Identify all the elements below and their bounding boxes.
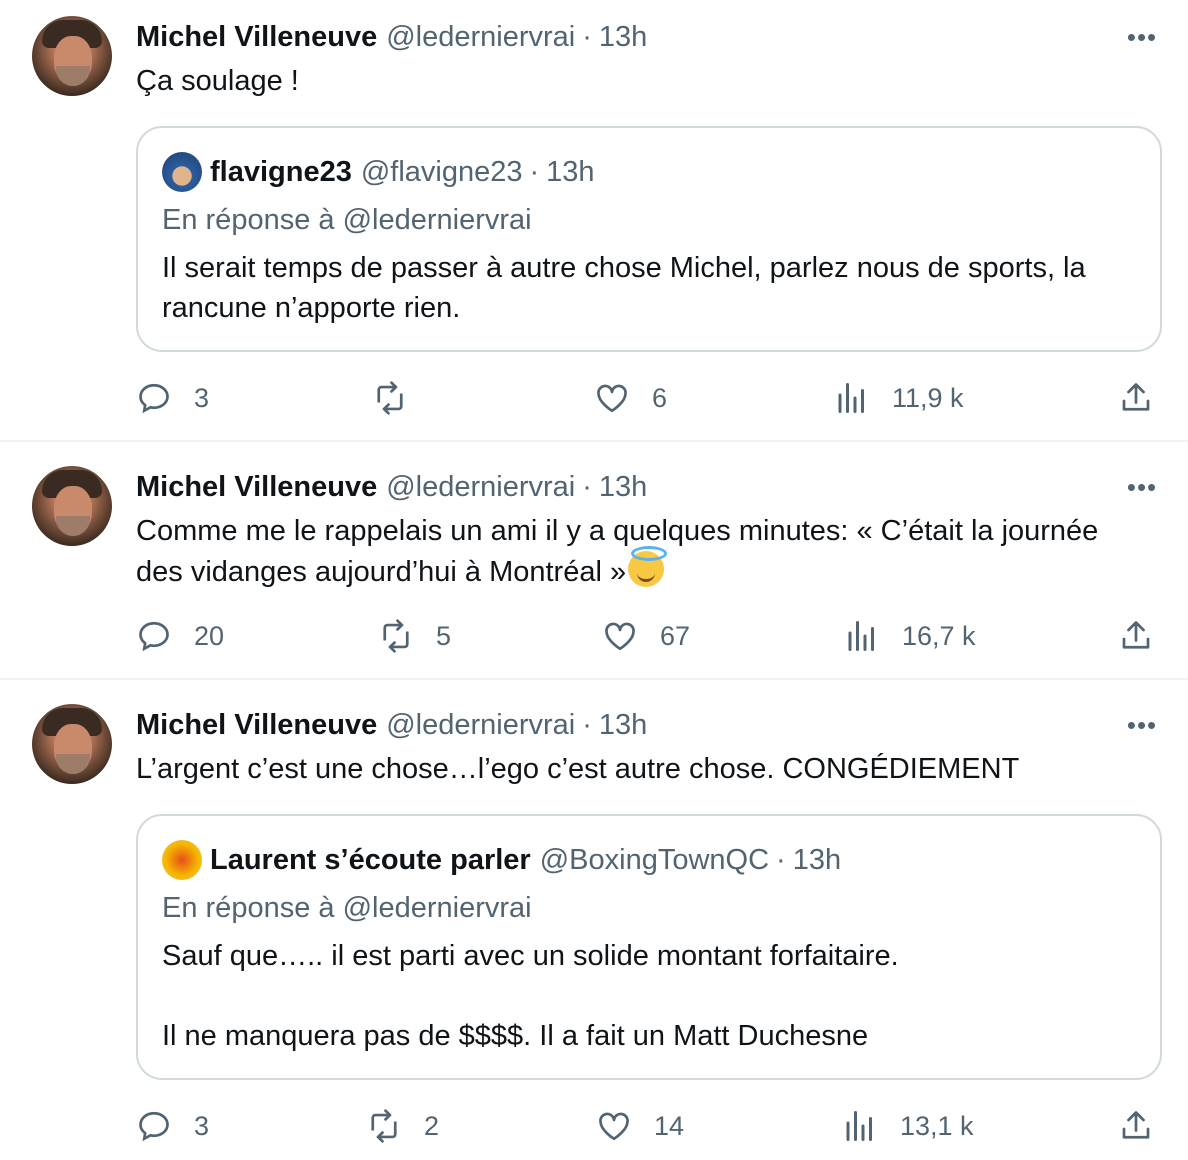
retweet-count: 5 — [436, 620, 452, 651]
separator-dot: · — [582, 20, 592, 53]
author-name[interactable]: Michel Villeneuve — [136, 709, 377, 742]
views-icon — [846, 1111, 872, 1141]
separator-dot: · — [776, 843, 786, 876]
reply-icon — [139, 1111, 169, 1142]
quoted-text-line: rancune n’apporte rien. — [162, 292, 461, 324]
separator-dot: · — [582, 708, 592, 741]
tweet-text-line: Comme me le rappelais un ami il y a quel… — [136, 515, 1099, 547]
reply-count: 3 — [194, 382, 210, 413]
share-icon — [1122, 621, 1150, 649]
quoted-tweet-time: 13h — [546, 155, 595, 188]
quoted-tweet-header: flavigne23 @flavigne23 · 13h — [162, 152, 595, 192]
author-avatar[interactable] — [32, 466, 112, 546]
smiling-face-with-halo-emoji — [628, 546, 668, 587]
author-name[interactable]: Michel Villeneuve — [136, 21, 377, 54]
more-icon[interactable]: ••• — [1126, 471, 1158, 503]
quoted-tweet-header: Laurent s’écoute parler @BoxingTownQC · … — [162, 840, 842, 880]
reply-button[interactable]: 3 — [136, 378, 209, 418]
share-button[interactable] — [1118, 378, 1154, 418]
tweet-time[interactable]: 13h — [599, 21, 647, 54]
tweet-text-line: des vidanges aujourd’hui à Montréal » — [136, 546, 1166, 592]
quoted-tweet[interactable]: Laurent s’écoute parler @BoxingTownQC · … — [136, 814, 1162, 1080]
like-button[interactable]: 14 — [596, 1106, 684, 1146]
like-icon — [597, 384, 627, 413]
quoted-author-name: flavigne23 — [210, 155, 352, 188]
author-handle[interactable]: @ledernierv​rai — [386, 709, 575, 742]
quoted-text-line: Sauf que….. il est parti avec un solide … — [162, 940, 899, 972]
tweet-time[interactable]: 13h — [599, 471, 647, 504]
views-count: 13,1 k — [900, 1110, 974, 1141]
views-button[interactable]: 13,1 k — [842, 1106, 974, 1146]
tweet-actions: 3 6 11,9 k — [0, 378, 1188, 418]
reply-icon — [139, 383, 169, 414]
author-avatar[interactable] — [32, 16, 112, 96]
like-icon — [599, 1112, 629, 1141]
tweet-header: Michel Villeneuve @ledernierv​rai · 13h — [136, 469, 647, 505]
quoted-tweet-text: Sauf que….. il est parti avec un solide … — [162, 936, 1142, 1056]
quoted-author-handle: @BoxingTownQC — [539, 843, 770, 876]
tweet[interactable]: Michel Villeneuve @ledernierv​rai · 13h … — [0, 0, 1188, 442]
share-icon — [1122, 1111, 1150, 1139]
views-count: 11,9 k — [892, 382, 964, 413]
reply-context: En réponse à @ledernierv​rai — [162, 204, 532, 236]
like-count: 14 — [654, 1110, 685, 1141]
separator-dot: · — [529, 155, 540, 188]
tweet[interactable]: Michel Villeneuve @ledernierv​rai · 13h … — [0, 442, 1188, 680]
more-icon[interactable]: ••• — [1126, 709, 1158, 741]
share-button[interactable] — [1118, 616, 1154, 656]
views-count: 16,7 k — [902, 620, 976, 651]
quoted-text-line: Il serait temps de passer à autre chose … — [162, 252, 1086, 284]
retweet-button[interactable]: 2 — [366, 1106, 439, 1146]
tweet-actions: 20 5 67 16,7 k — [0, 616, 1188, 656]
retweet-count: 2 — [424, 1110, 440, 1141]
like-count: 6 — [652, 382, 668, 413]
tweet-time[interactable]: 13h — [599, 709, 647, 742]
more-icon[interactable]: ••• — [1126, 21, 1158, 53]
retweet-icon — [383, 619, 409, 653]
reply-button[interactable]: 20 — [136, 616, 224, 656]
reply-icon — [139, 621, 169, 652]
quoted-text-line: Il ne manquera pas de $$$$. Il a fait un… — [162, 1020, 869, 1052]
retweet-icon — [371, 1109, 397, 1143]
views-button[interactable]: 16,7 k — [844, 616, 976, 656]
author-name[interactable]: Michel Villeneuve — [136, 471, 377, 504]
like-button[interactable]: 67 — [602, 616, 690, 656]
quoted-author-name: Laurent s’écoute parler — [210, 843, 531, 876]
author-handle[interactable]: @ledernierv​rai — [386, 471, 575, 504]
author-avatar[interactable] — [32, 704, 112, 784]
tweet-text: Comme me le rappelais un ami il y a quel… — [136, 511, 1166, 592]
share-button[interactable] — [1118, 1106, 1154, 1146]
retweet-icon — [377, 381, 403, 415]
retweet-button[interactable] — [372, 378, 430, 418]
quoted-tweet[interactable]: flavigne23 @flavigne23 · 13h En réponse … — [136, 126, 1162, 352]
views-icon — [838, 383, 864, 413]
reply-button[interactable]: 3 — [136, 1106, 209, 1146]
quoted-tweet-time: 13h — [792, 843, 842, 876]
share-icon — [1122, 383, 1150, 411]
tweet-header: Michel Villeneuve @ledernierv​rai · 13h — [136, 707, 647, 743]
like-icon — [605, 622, 635, 651]
reply-count: 20 — [194, 620, 225, 651]
quoted-author-handle: @flavigne23 — [360, 155, 523, 188]
tweet-header: Michel Villeneuve @ledernierv​rai · 13h — [136, 19, 647, 55]
quoted-tweet-text: Il serait temps de passer à autre chose … — [162, 248, 1142, 328]
quoted-author-avatar — [162, 840, 202, 880]
reply-count: 3 — [194, 1110, 210, 1141]
tweet-actions: 3 2 14 13,1 k — [0, 1106, 1188, 1146]
like-button[interactable]: 6 — [594, 378, 667, 418]
retweet-button[interactable]: 5 — [378, 616, 451, 656]
quoted-author-avatar — [162, 152, 202, 192]
separator-dot: · — [582, 470, 592, 503]
tweet-text: L’argent c’est une chose…l’ego c’est aut… — [136, 753, 1020, 785]
like-count: 67 — [660, 620, 691, 651]
reply-context: En réponse à @ledernierv​rai — [162, 892, 532, 924]
tweet[interactable]: Michel Villeneuve @ledernierv​rai · 13h … — [0, 680, 1188, 1160]
tweet-text: Ça soulage ! — [136, 65, 299, 97]
views-icon — [848, 621, 874, 651]
views-button[interactable]: 11,9 k — [834, 378, 964, 418]
author-handle[interactable]: @ledernierv​rai — [386, 21, 575, 54]
